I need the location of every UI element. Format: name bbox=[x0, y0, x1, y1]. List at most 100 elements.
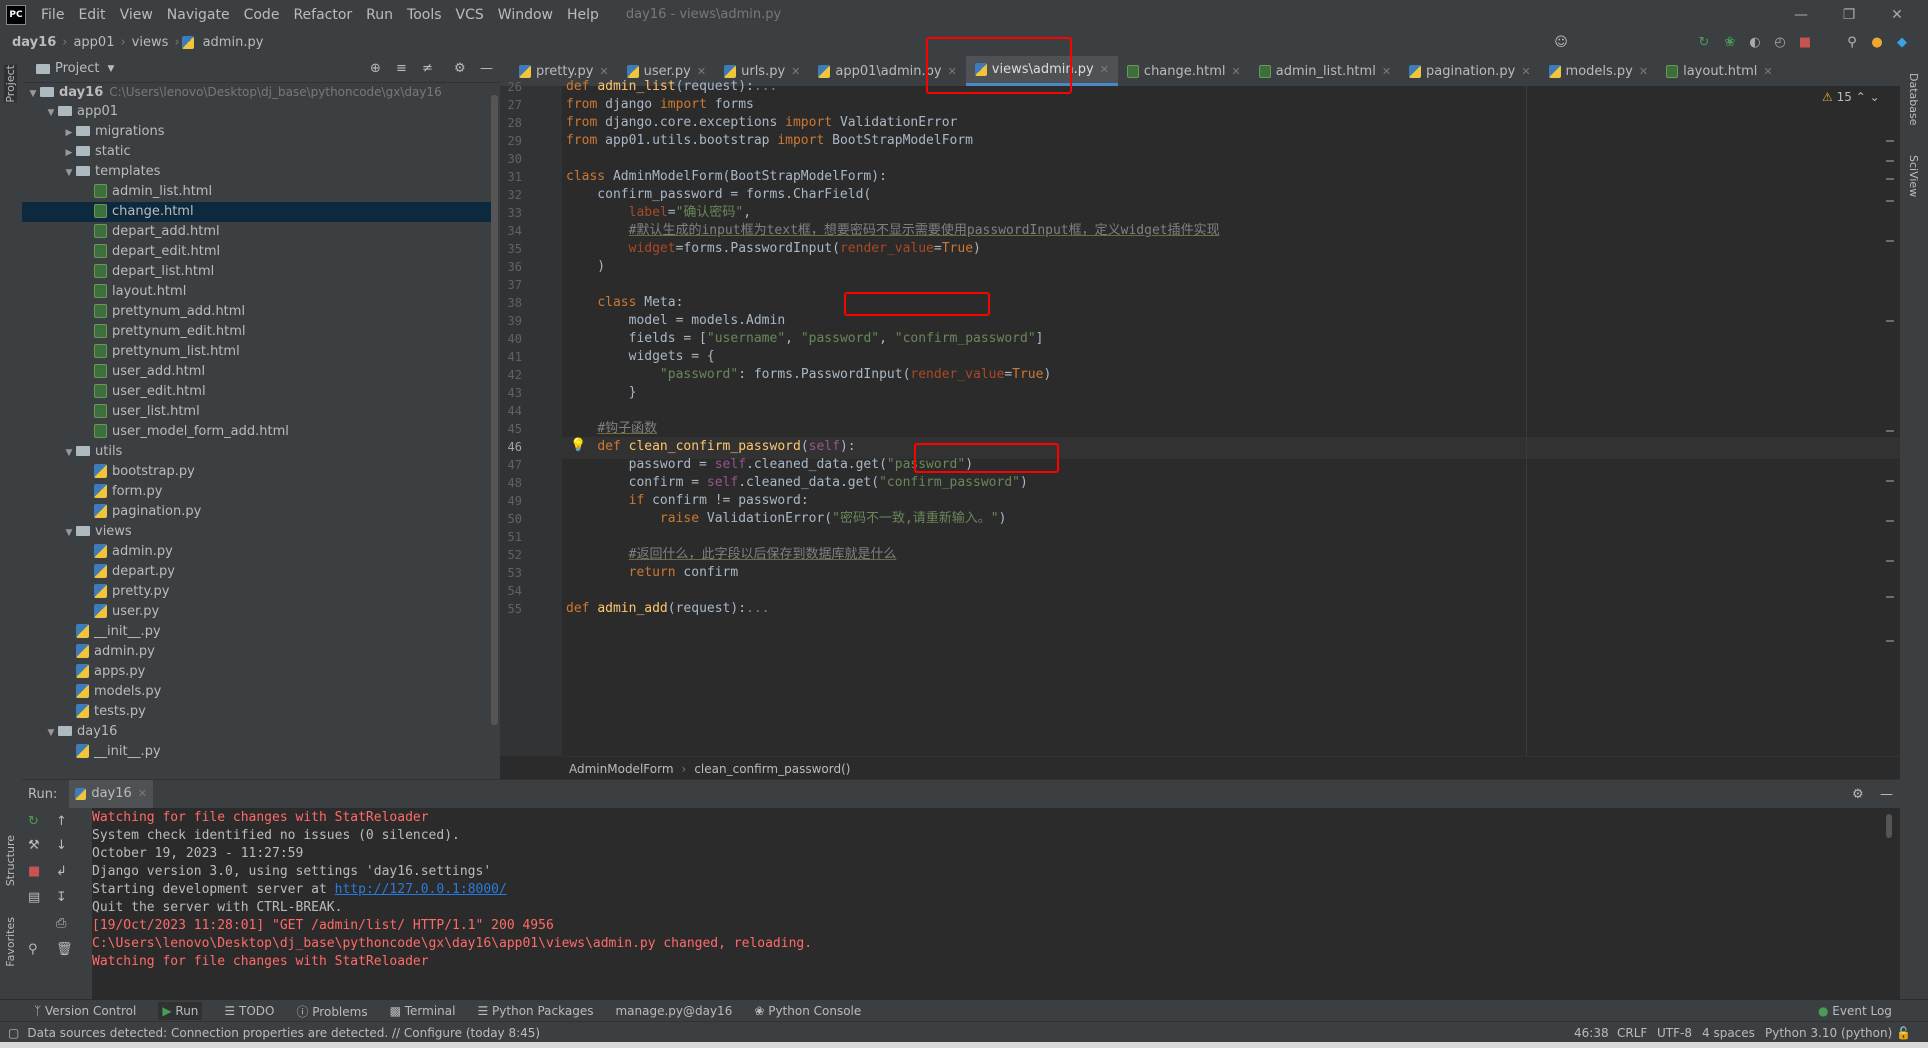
project-tool-tab[interactable]: Project bbox=[4, 65, 17, 103]
chevron-right-icon[interactable]: ▶ bbox=[62, 143, 76, 163]
tree-folder[interactable]: ▶ migrations bbox=[22, 122, 492, 142]
gear-icon[interactable]: ⚙ bbox=[454, 61, 466, 76]
chevron-up-icon[interactable]: ⌃ bbox=[1856, 90, 1866, 104]
code-line[interactable]: } bbox=[566, 382, 637, 404]
editor-tab[interactable]: views\admin.py ✕ bbox=[965, 56, 1118, 86]
hide-icon[interactable]: — bbox=[480, 61, 493, 76]
hide-icon[interactable]: — bbox=[1880, 787, 1893, 802]
line-separator[interactable]: CRLF bbox=[1617, 1026, 1647, 1040]
tree-file[interactable]: admin.py bbox=[22, 542, 492, 562]
tree-file[interactable]: change.html bbox=[22, 202, 492, 222]
trash-icon[interactable]: 🗑 bbox=[56, 942, 73, 957]
tool-problems[interactable]: ⓘ Problems bbox=[296, 1003, 367, 1020]
chevron-right-icon[interactable]: ▶ bbox=[62, 123, 76, 143]
close-icon[interactable]: ✕ bbox=[1232, 65, 1241, 78]
menu-vcs[interactable]: VCS bbox=[449, 7, 491, 23]
editor-tab[interactable]: models.py ✕ bbox=[1540, 56, 1658, 86]
scroll-to-end-icon[interactable]: ↧ bbox=[56, 890, 67, 905]
editor-tab[interactable]: pagination.py ✕ bbox=[1400, 56, 1540, 86]
rerun-icon[interactable]: ↻ bbox=[28, 814, 39, 829]
menu-navigate[interactable]: Navigate bbox=[160, 7, 237, 23]
tree-file[interactable]: depart_add.html bbox=[22, 222, 492, 242]
debug-icon[interactable]: ❀ bbox=[1721, 33, 1739, 51]
editor-scroll-markers[interactable] bbox=[1884, 140, 1894, 680]
indent-setting[interactable]: 4 spaces bbox=[1702, 1026, 1755, 1040]
tree-file[interactable]: user.py bbox=[22, 602, 492, 622]
wrench-icon[interactable]: ⚒ bbox=[28, 838, 40, 853]
editor-tab[interactable]: app01\admin.py ✕ bbox=[809, 56, 965, 86]
editor-tab[interactable]: layout.html ✕ bbox=[1657, 56, 1782, 86]
tree-folder[interactable]: ▼ views bbox=[22, 522, 492, 542]
minimize-icon[interactable]: — bbox=[1778, 0, 1824, 29]
tree-file[interactable]: depart_edit.html bbox=[22, 242, 492, 262]
close-icon[interactable]: ✕ bbox=[948, 65, 957, 78]
tree-file[interactable]: prettynum_add.html bbox=[22, 302, 492, 322]
rerun-icon[interactable]: ↻ bbox=[1695, 33, 1713, 51]
chevron-down-icon[interactable]: ⌄ bbox=[1870, 90, 1880, 104]
tree-file[interactable]: bootstrap.py bbox=[22, 462, 492, 482]
favorites-tool-tab[interactable]: Favorites bbox=[4, 917, 17, 967]
sciview-tool-tab[interactable]: SciView bbox=[1907, 155, 1920, 197]
tree-folder[interactable]: ▼ utils bbox=[22, 442, 492, 462]
close-icon[interactable]: ✕ bbox=[138, 787, 147, 800]
user-icon[interactable]: ☺ bbox=[1552, 33, 1570, 51]
update-icon[interactable]: ● bbox=[1868, 33, 1886, 51]
collapse-all-icon[interactable]: ≠ bbox=[422, 61, 433, 76]
stop-icon[interactable]: ■ bbox=[1796, 33, 1814, 51]
structure-tool-tab[interactable]: Structure bbox=[4, 835, 17, 886]
tree-folder[interactable]: ▶ static bbox=[22, 142, 492, 162]
tree-file[interactable]: prettynum_edit.html bbox=[22, 322, 492, 342]
tree-folder[interactable]: ▼ app01 bbox=[22, 102, 492, 122]
file-encoding[interactable]: UTF-8 bbox=[1657, 1026, 1692, 1040]
gear-icon[interactable]: ⚙ bbox=[1852, 787, 1864, 802]
close-icon[interactable]: ✕ bbox=[1874, 0, 1920, 29]
tool-version-control[interactable]: ᛉ Version Control bbox=[34, 1004, 136, 1018]
tree-file[interactable]: user_edit.html bbox=[22, 382, 492, 402]
tree-file[interactable]: user_add.html bbox=[22, 362, 492, 382]
tree-file[interactable]: user_model_form_add.html bbox=[22, 422, 492, 442]
tree-root[interactable]: ▼ day16 C:\Users\lenovo\Desktop\dj_base\py… bbox=[26, 82, 442, 102]
code-line[interactable]: widget=forms.PasswordInput(render_value=… bbox=[566, 238, 981, 260]
close-icon[interactable]: ✕ bbox=[791, 65, 800, 78]
menu-file[interactable]: File bbox=[34, 7, 71, 23]
tree-file[interactable]: models.py bbox=[22, 682, 492, 702]
jetbrains-icon[interactable]: ◆ bbox=[1893, 33, 1911, 51]
code-breadcrumb-class[interactable]: AdminModelForm bbox=[569, 762, 674, 776]
tree-file[interactable]: __init__.py bbox=[22, 622, 492, 642]
lightbulb-icon[interactable]: 💡 bbox=[570, 438, 586, 453]
search-icon[interactable]: ⚲ bbox=[1843, 33, 1861, 51]
menu-run[interactable]: Run bbox=[359, 7, 400, 23]
close-icon[interactable]: ✕ bbox=[1382, 65, 1391, 78]
tree-file[interactable]: user_list.html bbox=[22, 402, 492, 422]
expand-all-icon[interactable]: ≡ bbox=[396, 61, 407, 76]
tool-manage-py[interactable]: manage.py@day16 bbox=[615, 1004, 732, 1018]
menu-refactor[interactable]: Refactor bbox=[286, 7, 359, 23]
tree-file[interactable]: __init__.py bbox=[22, 742, 492, 762]
project-scrollbar[interactable] bbox=[491, 95, 498, 725]
breadcrumb-project[interactable]: day16 bbox=[8, 35, 60, 50]
print-icon[interactable]: ⎙ bbox=[56, 916, 66, 931]
tree-file[interactable]: pagination.py bbox=[22, 502, 492, 522]
code-editor[interactable]: 26 27 28 29 30 31 32 33 34 35 36 37 38 39 40 41 42 43 44 45… bbox=[500, 79, 1900, 756]
close-icon[interactable]: ✕ bbox=[1100, 63, 1109, 76]
server-url-link[interactable]: http://127.0.0.1:8000/ bbox=[335, 882, 507, 897]
tree-file[interactable]: admin.py bbox=[22, 642, 492, 662]
profile-icon[interactable]: ◴ bbox=[1771, 33, 1789, 51]
arrow-up-icon[interactable]: ↑ bbox=[56, 814, 67, 829]
breadcrumb-app01[interactable]: app01 bbox=[69, 35, 118, 50]
tree-file[interactable]: layout.html bbox=[22, 282, 492, 302]
tree-folder[interactable]: ▼ templates bbox=[22, 162, 492, 182]
tool-python-packages[interactable]: ☰ Python Packages bbox=[477, 1004, 593, 1018]
stop-icon[interactable]: ■ bbox=[28, 864, 40, 879]
tree-file[interactable]: admin_list.html bbox=[22, 182, 492, 202]
locate-icon[interactable]: ⊕ bbox=[370, 61, 381, 76]
lock-icon[interactable]: 🔓 bbox=[1896, 1026, 1911, 1040]
project-view-select[interactable]: Project bbox=[55, 61, 99, 76]
tool-todo[interactable]: ☰ TODO bbox=[224, 1004, 274, 1018]
chevron-down-icon[interactable]: ▼ bbox=[44, 723, 58, 743]
tree-file[interactable]: tests.py bbox=[22, 702, 492, 722]
coverage-icon[interactable]: ◐ bbox=[1746, 33, 1764, 51]
breadcrumb-file[interactable]: admin.py bbox=[199, 35, 268, 50]
code-line[interactable]: def admin_add(request):... bbox=[566, 598, 770, 620]
caret-position[interactable]: 46:38 bbox=[1574, 1026, 1609, 1040]
